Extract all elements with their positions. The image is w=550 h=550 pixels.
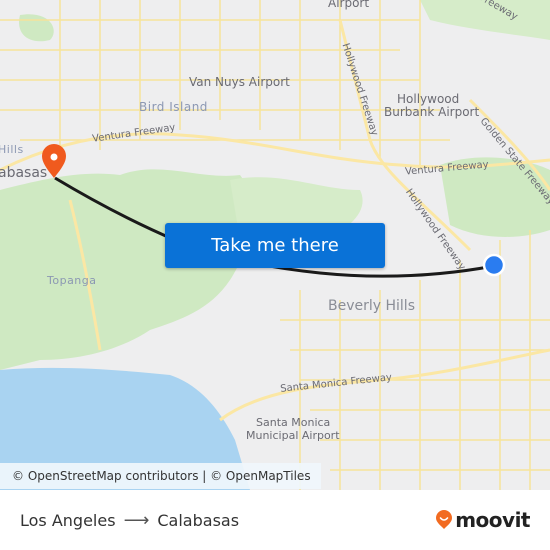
destination-name: Calabasas <box>157 511 240 530</box>
map[interactable]: Airport Freeway Van Nuys Airport Bird Is… <box>0 0 550 490</box>
map-attribution[interactable]: © OpenStreetMap contributors | © OpenMap… <box>0 463 321 489</box>
map-label: abasas <box>0 165 48 181</box>
map-label: Hollywood <box>397 92 460 106</box>
arrow-right-icon: ⟶ <box>123 510 150 531</box>
map-label: Municipal Airport <box>246 429 340 442</box>
map-label: Burbank Airport <box>384 105 480 119</box>
map-label: Hills <box>0 143 24 156</box>
map-label: Bird Island <box>139 100 208 114</box>
moovit-pin-icon <box>436 510 453 529</box>
footer: Los Angeles ⟶ Calabasas moovit <box>0 490 550 550</box>
origin-marker <box>482 253 506 277</box>
brand-name: moovit <box>455 508 530 532</box>
origin-name: Los Angeles <box>20 511 116 530</box>
map-label: Beverly Hills <box>328 298 415 314</box>
map-label: Van Nuys Airport <box>189 75 290 89</box>
park-area <box>19 14 54 42</box>
take-me-there-button[interactable]: Take me there <box>165 223 385 268</box>
park-area <box>0 169 251 370</box>
map-label: Topanga <box>47 274 97 287</box>
route-summary: Los Angeles ⟶ Calabasas <box>20 510 239 531</box>
moovit-logo[interactable]: moovit <box>435 508 530 532</box>
map-label: Santa Monica <box>256 416 331 429</box>
map-label: Airport <box>328 0 370 10</box>
